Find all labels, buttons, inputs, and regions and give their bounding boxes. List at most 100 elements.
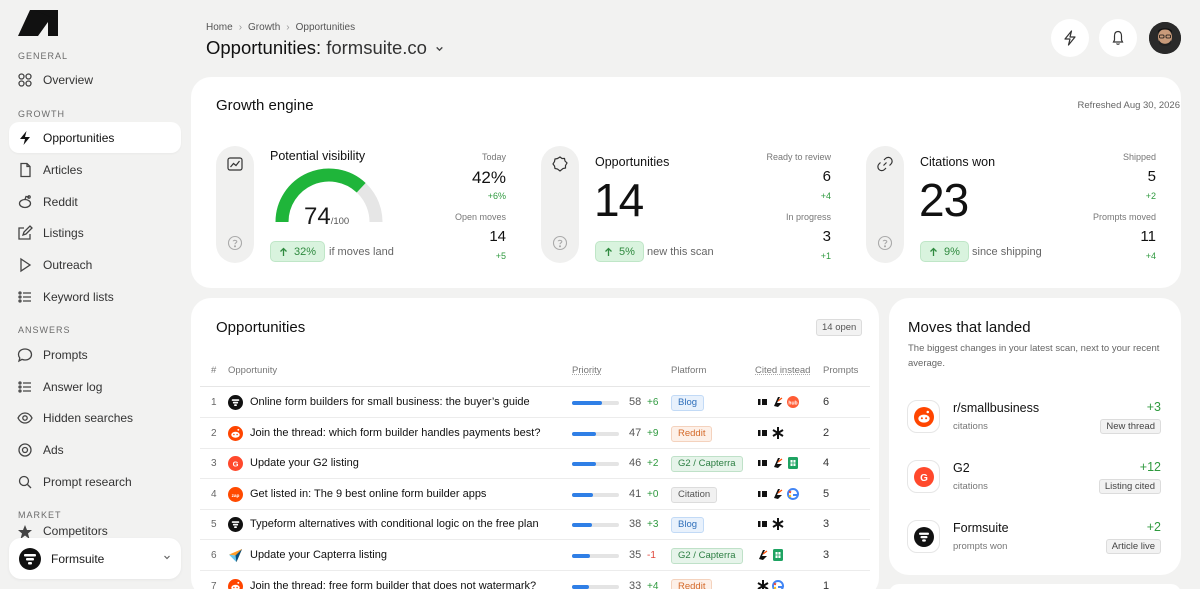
col-header-priority[interactable]: Priority (572, 365, 602, 376)
table-row[interactable]: 3 G Update your G2 listing 46 +2 G2 / Ca… (200, 448, 870, 480)
sidebar-item-label: Ads (43, 442, 64, 457)
prompts-count: 3 (823, 518, 830, 531)
col-header-cited-instead[interactable]: Cited instead (755, 365, 810, 376)
prompts-count: 1 (823, 579, 830, 589)
sidebar-item-opportunities[interactable]: Opportunities (9, 122, 181, 153)
row-number: 7 (211, 580, 217, 589)
section-general: GENERAL (18, 51, 69, 61)
move-delta: +2 (1146, 520, 1161, 534)
quick-actions-button[interactable] (1051, 19, 1089, 57)
priority-bar (572, 523, 619, 528)
star-icon (18, 525, 32, 538)
move-name: Formsuite (953, 521, 1009, 535)
in-progress-label: In progress (785, 212, 831, 222)
g2-icon: G (907, 460, 940, 493)
table-row[interactable]: 6 Update your Capterra listing 35 -1 G2 … (200, 540, 870, 571)
visibility-title: Potential visibility (270, 149, 366, 163)
citations-pill (866, 146, 904, 263)
sidebar-item-overview[interactable]: Overview (9, 64, 181, 95)
row-number: 6 (211, 550, 217, 561)
workspace-switcher[interactable]: Formsuite (9, 538, 181, 579)
citations-delta: 9% (944, 245, 960, 258)
target-icon (18, 442, 32, 457)
col-header-platform[interactable]: Platform (671, 365, 706, 376)
open-moves-label: Open moves (454, 212, 506, 222)
opportunity-title[interactable]: Update your G2 listing (250, 457, 359, 469)
badge-icon (552, 156, 568, 172)
user-avatar[interactable] (1149, 22, 1181, 54)
priority-bar-fill (572, 584, 589, 589)
sidebar-item-label: Overview (43, 72, 94, 87)
formsuite-icon (228, 517, 243, 533)
opportunity-title[interactable]: Join the thread: which form builder hand… (250, 427, 540, 439)
row-number: 3 (211, 458, 217, 470)
svg-text:hub: hub (788, 401, 797, 407)
prompts-count: 5 (823, 487, 830, 500)
asterisk-icon (756, 579, 770, 589)
google-icon (786, 487, 800, 501)
move-tag: Listing cited (1098, 479, 1161, 494)
arrow-up-icon (280, 247, 287, 256)
sidebar-item-ads[interactable]: Ads (9, 434, 181, 465)
col-header-opportunity[interactable]: Opportunity (228, 365, 277, 376)
col-header-prompts[interactable]: Prompts (823, 365, 858, 376)
grid-icon (18, 72, 32, 87)
prompts-moved-label: Prompts moved (1092, 212, 1156, 222)
reddit-icon (18, 194, 32, 208)
priority-bar (572, 584, 619, 589)
formsuite-icon (228, 395, 243, 410)
row-number: 5 (211, 519, 217, 531)
sidebar-item-label: Prompt research (43, 474, 132, 489)
breadcrumb-growth[interactable]: Growth (248, 22, 280, 33)
app-logo[interactable] (18, 10, 58, 36)
move-delta: +12 (1139, 460, 1161, 474)
notifications-button[interactable] (1099, 19, 1137, 57)
sidebar-item-label: Opportunities (43, 130, 115, 145)
sidebar-item-outreach[interactable]: Outreach (9, 249, 181, 280)
sidebar-item-reddit[interactable]: Reddit (9, 186, 181, 217)
table-row[interactable]: 4 zap Get listed in: The 9 best online f… (200, 479, 870, 510)
priority-delta: +9 (647, 427, 659, 439)
opportunity-title[interactable]: Join the thread: free form builder that … (250, 580, 536, 589)
sidebar-item-label: Articles (43, 162, 83, 177)
help-icon[interactable] (227, 235, 243, 251)
opportunity-title[interactable]: Update your Capterra listing (250, 549, 387, 561)
priority-delta: +2 (647, 458, 659, 470)
sidebar-item-listings[interactable]: Listings (9, 217, 181, 248)
move-sub: prompts won (953, 541, 1008, 552)
breadcrumb: Home › Growth › Opportunities (206, 22, 355, 33)
priority-value: 47 (629, 426, 642, 439)
sidebar-item-keyword-lists[interactable]: Keyword lists (9, 281, 181, 312)
sidebar-item-answer-log[interactable]: Answer log (9, 371, 181, 402)
sidebar-item-articles[interactable]: Articles (9, 154, 181, 185)
cited-instead: hub (756, 395, 800, 409)
table-row[interactable]: 5 Typeform alternatives with conditional… (200, 509, 870, 541)
sidebar-item-competitors[interactable]: Competitors (9, 524, 181, 538)
page-title[interactable]: Opportunities: formsuite.co (206, 37, 444, 59)
domain-selector[interactable]: formsuite.co (326, 37, 427, 59)
table-row[interactable]: 7 Join the thread: free form builder tha… (200, 571, 870, 589)
table-row[interactable]: 2 Join the thread: which form builder ha… (200, 418, 870, 449)
citations-note: since shipping (972, 246, 1042, 258)
zapier-icon (771, 395, 785, 409)
opportunity-title[interactable]: Get listed in: The 9 best online form bu… (250, 488, 486, 500)
shipped-value: 5 (1147, 168, 1156, 185)
sidebar-item-prompts[interactable]: Prompts (9, 339, 181, 370)
move-tag: Article live (1105, 539, 1161, 554)
breadcrumb-home[interactable]: Home (206, 22, 233, 33)
bolt-icon (1064, 30, 1076, 46)
typeform-icon (756, 395, 770, 409)
opportunity-title[interactable]: Typeform alternatives with conditional l… (250, 518, 539, 530)
prompts-moved-delta: +4 (1145, 251, 1156, 261)
help-icon[interactable] (552, 235, 568, 251)
priority-delta: +3 (647, 519, 659, 531)
table-row[interactable]: 1 Online form builders for small busines… (200, 387, 870, 418)
sidebar-item-hidden-searches[interactable]: Hidden searches (9, 402, 181, 433)
arrow-up-icon (605, 247, 612, 256)
sidebar-item-prompt-research[interactable]: Prompt research (9, 466, 181, 497)
opportunity-title[interactable]: Online form builders for small business:… (250, 396, 530, 408)
move-name: r/smallbusiness (953, 401, 1040, 415)
platform-tag: Blog (671, 395, 705, 411)
help-icon[interactable] (877, 235, 893, 251)
chevron-down-icon (436, 46, 443, 51)
